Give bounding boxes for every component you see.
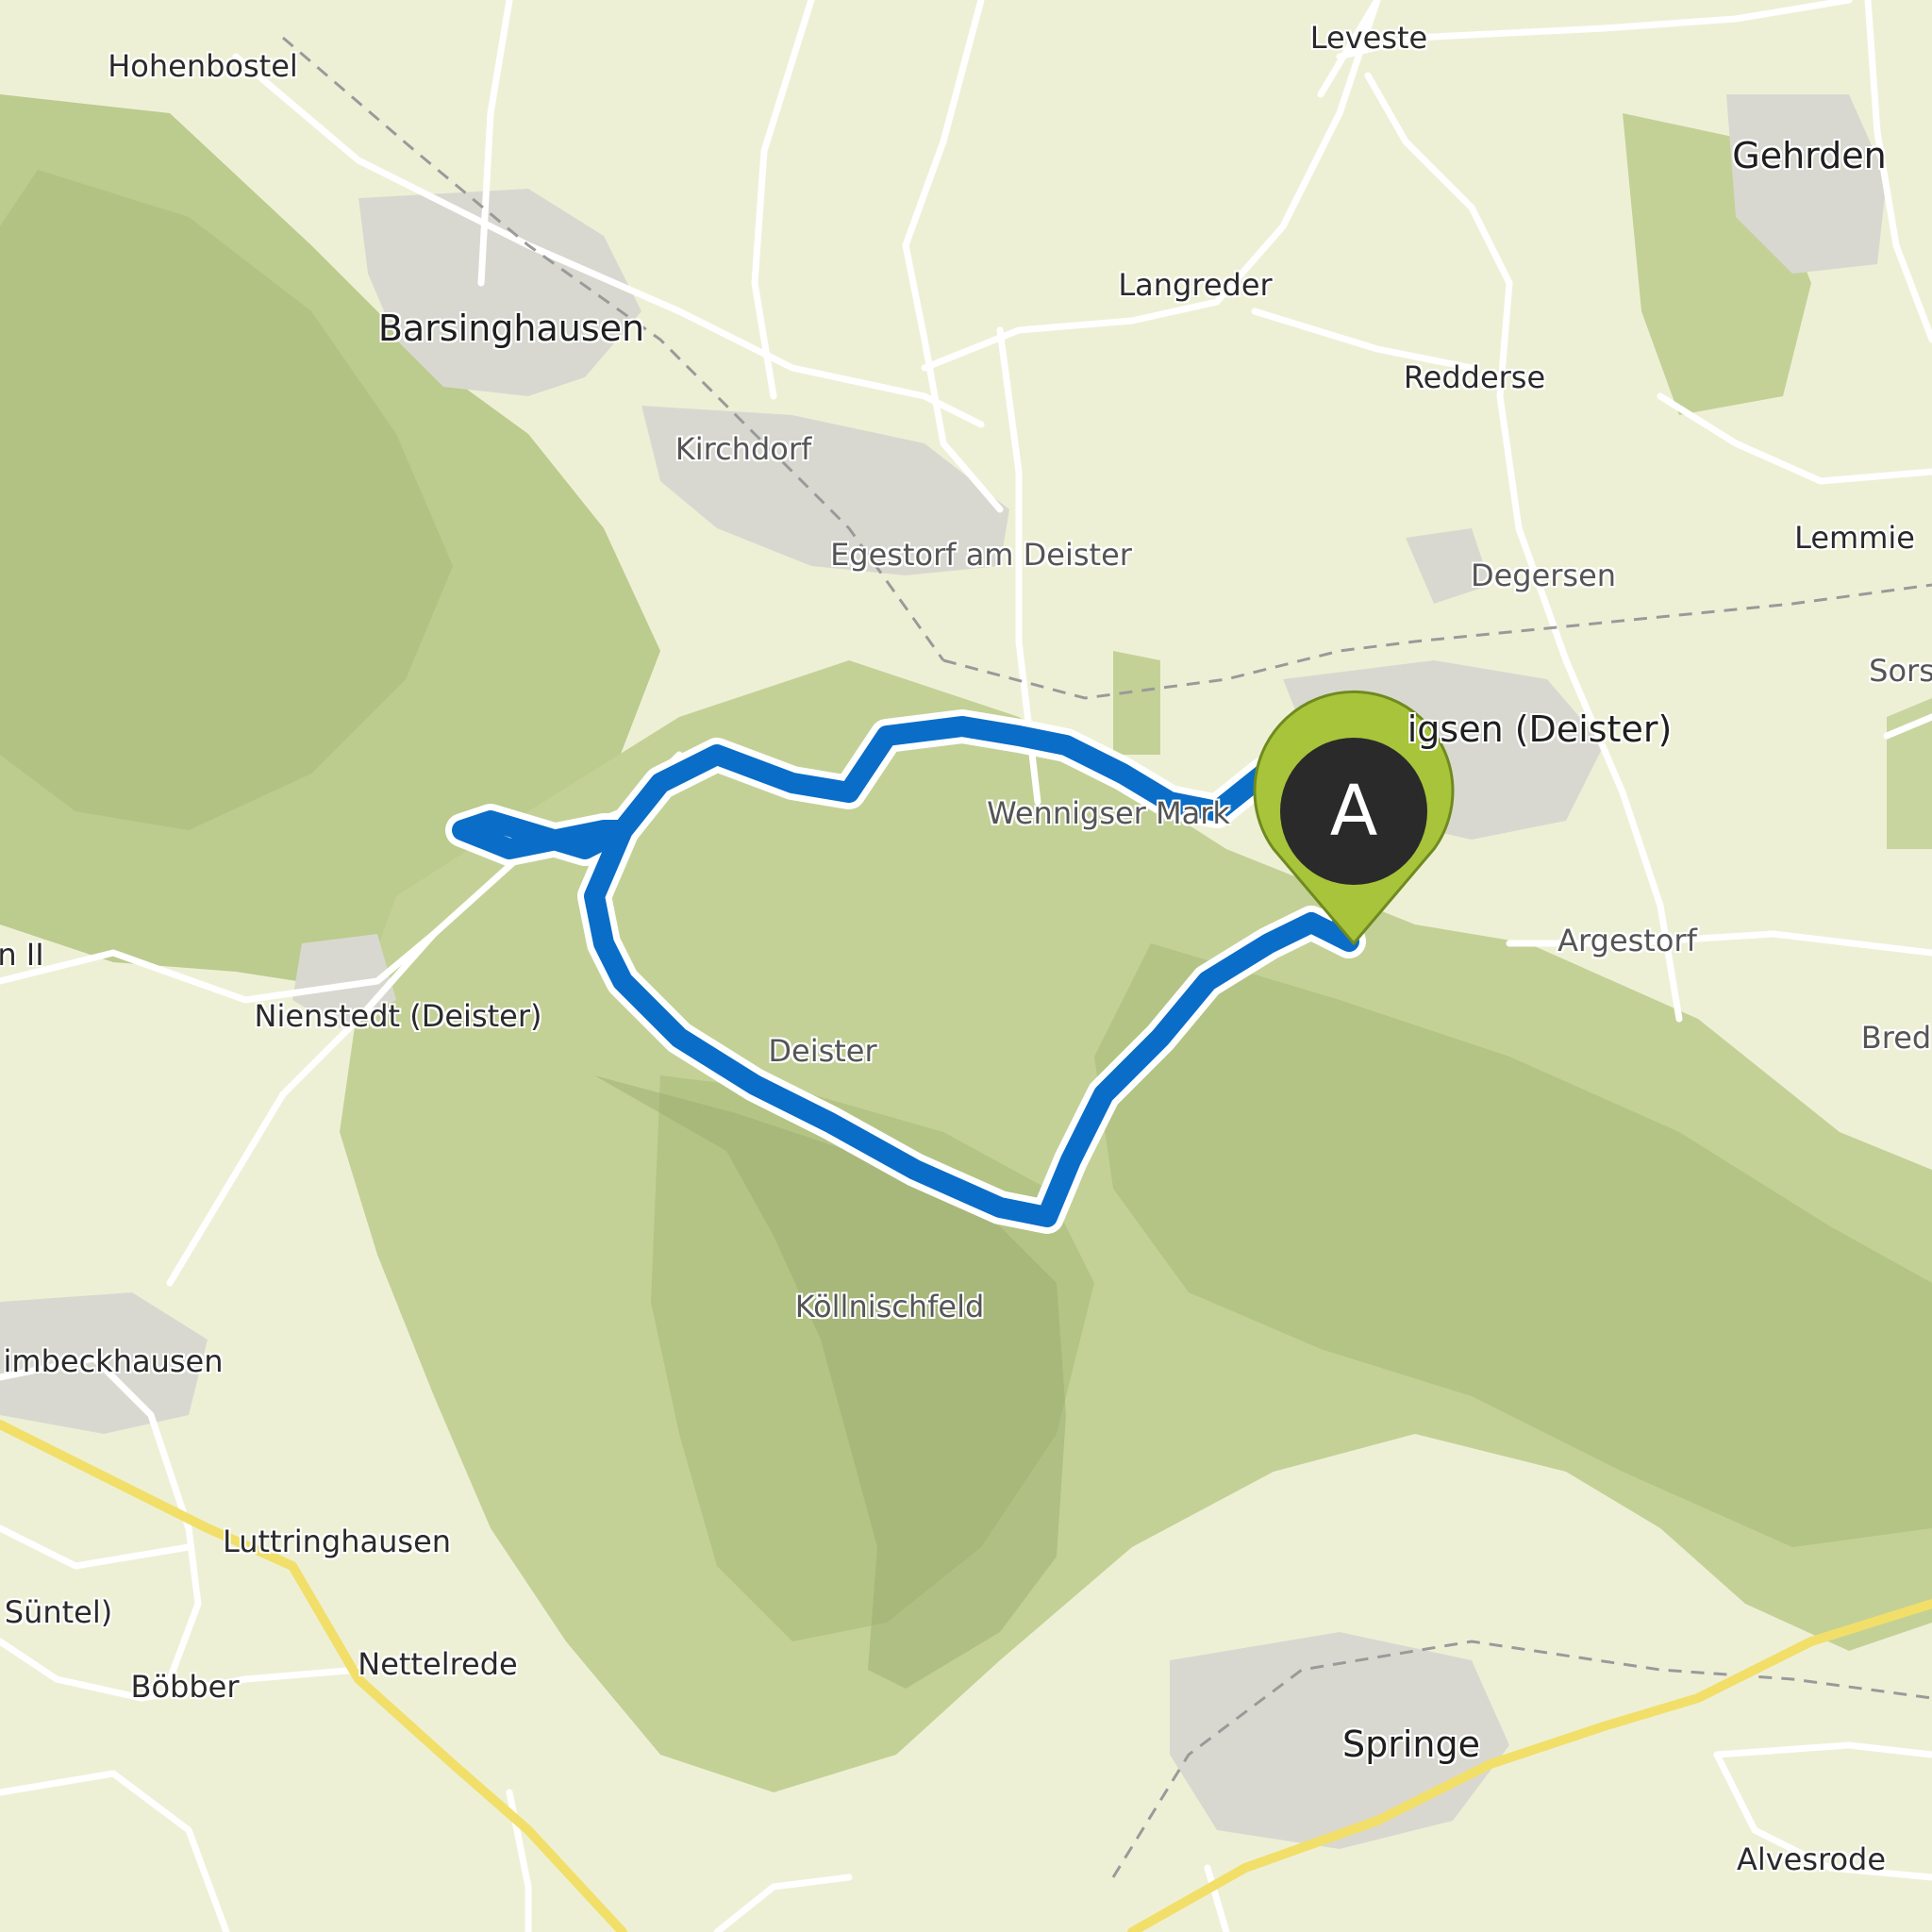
place-label-degersen: Degersen <box>1470 558 1617 593</box>
place-label-wennigsen: igsen (Deister) <box>1407 708 1673 750</box>
place-label-springe: Springe <box>1341 1724 1481 1765</box>
place-label-luttringhausen: Luttringhausen <box>222 1524 452 1559</box>
place-label-lemmie: Lemmie <box>1794 520 1915 556</box>
place-label-nienstedt: Nienstedt (Deister) <box>254 998 542 1034</box>
map-view[interactable]: A Hohenbostel Leveste Gehrden Barsinghau… <box>0 0 1932 1932</box>
place-label-beckhausen: imbeckhausen <box>3 1343 224 1379</box>
place-label-egestorf: Egestorf am Deister <box>830 537 1132 573</box>
place-label-wennigser-mark: Wennigser Mark <box>987 795 1230 831</box>
place-label-boebber: Böbber <box>130 1669 240 1705</box>
place-label-koellnischfeld: Köllnischfeld <box>794 1289 985 1324</box>
place-label-alvesrode: Alvesrode <box>1736 1841 1887 1877</box>
place-label-bredenbeck: Bred <box>1860 1020 1932 1056</box>
place-label-gehrden: Gehrden <box>1732 135 1887 176</box>
map-canvas <box>0 0 1932 1932</box>
place-label-deister: Deister <box>768 1033 877 1069</box>
place-label-kirchdorf: Kirchdorf <box>675 431 812 467</box>
place-label-redderse: Redderse <box>1403 359 1546 395</box>
place-label-argestorf: Argestorf <box>1557 923 1697 958</box>
place-label-barsinghausen: Barsinghausen <box>377 308 645 349</box>
place-label-ii: n II <box>0 937 44 973</box>
place-label-hohenbostel: Hohenbostel <box>108 48 298 84</box>
place-label-langreder: Langreder <box>1118 267 1273 303</box>
forest-patch <box>1113 651 1160 755</box>
place-label-suentel: Süntel) <box>4 1594 113 1630</box>
marker-letter: A <box>1329 771 1378 852</box>
place-label-leveste: Leveste <box>1309 20 1428 56</box>
place-label-nettelrede: Nettelrede <box>358 1646 518 1682</box>
place-label-sorsum: Sors <box>1869 653 1932 689</box>
